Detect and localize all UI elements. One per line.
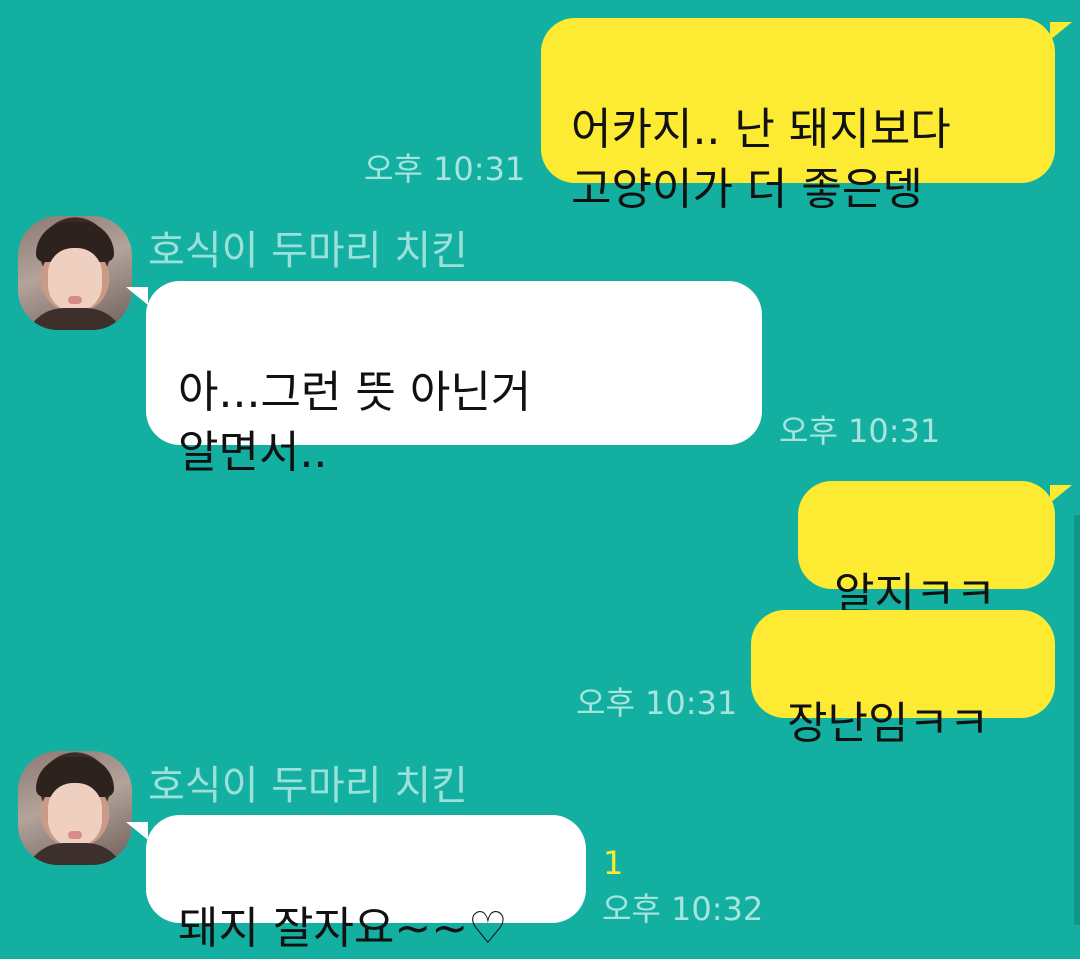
received-message-bubble[interactable]: 아...그런 뜻 아닌거 알면서.. bbox=[146, 281, 762, 478]
message-time: 오후 10:31 bbox=[779, 412, 941, 450]
avatar[interactable] bbox=[18, 751, 132, 865]
message-time: 오후 10:31 bbox=[364, 150, 526, 188]
sender-name: 호식이 두마리 치킨 bbox=[148, 228, 468, 274]
message-text: 아...그런 뜻 아닌거 알면서.. bbox=[178, 367, 532, 478]
unread-count: 1 bbox=[603, 844, 624, 882]
sender-name: 호식이 두마리 치킨 bbox=[148, 763, 468, 809]
avatar[interactable] bbox=[18, 216, 132, 330]
message-time: 오후 10:32 bbox=[602, 890, 764, 928]
received-bubble-tail bbox=[126, 822, 148, 840]
sent-bubble-tail bbox=[1050, 485, 1072, 503]
message-text: 장난임ㅋㅋ bbox=[787, 698, 990, 749]
sent-message-bubble[interactable]: 어카지.. 난 돼지보다 고양이가 더 좋은뎅 bbox=[541, 18, 1055, 215]
message-time: 오후 10:31 bbox=[576, 684, 738, 722]
message-text: 돼지 잘자요~~♡ bbox=[178, 903, 508, 954]
received-message-bubble[interactable]: 돼지 잘자요~~♡ bbox=[146, 815, 586, 954]
message-text: 어카지.. 난 돼지보다 고양이가 더 좋은뎅 bbox=[571, 104, 951, 215]
received-bubble-tail bbox=[126, 287, 148, 305]
scrollbar[interactable] bbox=[1074, 515, 1080, 925]
sent-message-bubble[interactable]: 장난임ㅋㅋ bbox=[751, 610, 1055, 749]
sent-bubble-tail bbox=[1050, 22, 1072, 40]
sent-message-bubble[interactable]: 알지ㅋㅋ bbox=[798, 481, 1055, 620]
